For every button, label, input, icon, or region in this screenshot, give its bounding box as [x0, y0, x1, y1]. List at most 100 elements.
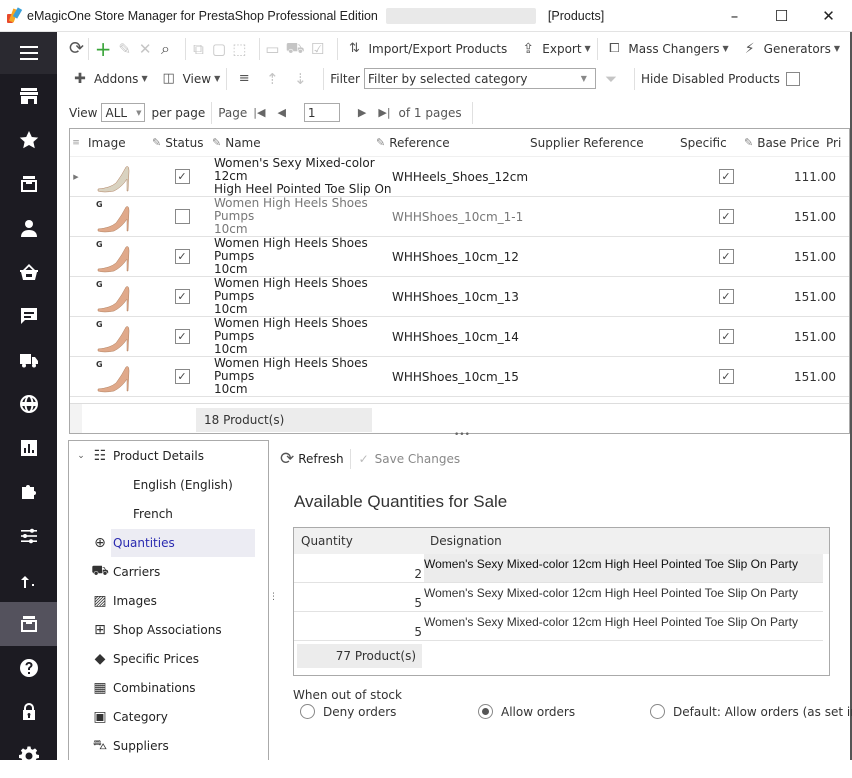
vertical-splitter-handle[interactable]: ⋮	[269, 592, 278, 602]
mass-changers-button[interactable]: ⧠ Mass Changers ▼	[603, 38, 729, 60]
status-checkbox[interactable]: ✓	[174, 329, 190, 344]
table-row[interactable]: G ✓ Women High Heels Shoes Pumps 10cm WHH…	[70, 357, 849, 397]
save-changes-button[interactable]: ✓ Save Changes	[351, 452, 461, 466]
column-header-image[interactable]: Image	[82, 136, 152, 150]
sidebar-item-localization[interactable]	[0, 382, 57, 426]
move-down-icon[interactable]: ⇣	[289, 68, 311, 90]
horizontal-splitter-handle[interactable]: •••	[454, 430, 470, 440]
tree-item-specific-prices[interactable]: ◆ Specific Prices	[69, 644, 268, 673]
sidebar-item-settings-sliders[interactable]	[0, 514, 57, 558]
radio-button[interactable]	[300, 704, 315, 719]
radio-allow-orders[interactable]: Allow orders	[478, 704, 575, 719]
generators-button[interactable]: ⚡ Generators ▼	[739, 38, 840, 60]
sidebar-item-addons[interactable]	[0, 470, 57, 514]
hide-disabled-checkbox[interactable]	[785, 71, 800, 86]
status-checkbox[interactable]: ✓	[174, 369, 190, 384]
tree-item-carriers[interactable]: ⛟ Carriers	[69, 557, 268, 586]
status-checkbox[interactable]: ✓	[174, 169, 190, 184]
column-header-designation[interactable]: Designation	[424, 534, 502, 548]
radio-default-allow[interactable]: Default: Allow orders (as set in	[650, 704, 852, 719]
move-up-icon[interactable]: ⇡	[261, 68, 283, 90]
column-header-reference[interactable]: ✎ Reference	[376, 136, 530, 150]
column-header-status[interactable]: ✎ Status	[152, 136, 212, 150]
column-header-supplier-reference[interactable]: Supplier Reference	[530, 136, 680, 150]
table-row[interactable]: G Women High Heels Shoes Pumps 10cm WHHSh…	[70, 197, 849, 237]
import-export-products-button[interactable]: ⇅ Import/Export Products	[343, 38, 507, 60]
next-page-icon[interactable]: ▶	[358, 106, 366, 119]
radio-button[interactable]	[650, 704, 665, 719]
tree-item-category[interactable]: ▣ Category	[69, 702, 268, 731]
sidebar-item-reports[interactable]	[0, 426, 57, 470]
chevron-down-icon[interactable]: ⌄	[71, 451, 91, 461]
status-checkbox[interactable]: ✓	[174, 249, 190, 264]
radio-deny-orders[interactable]: Deny orders	[300, 704, 396, 719]
refresh-button[interactable]: ⟳ Refresh	[280, 449, 351, 469]
edit-pencil-icon[interactable]: ✎	[118, 38, 132, 60]
minimize-button[interactable]: –	[711, 0, 758, 32]
sidebar-item-help[interactable]	[0, 646, 57, 690]
add-icon[interactable]: +	[95, 37, 112, 61]
sidebar-item-shipping[interactable]	[0, 338, 57, 382]
tree-item-shop-associations[interactable]: ⊞ Shop Associations	[69, 615, 268, 644]
quantity-row[interactable]: 2 Women's Sexy Mixed-color 12cm High Hee…	[294, 554, 823, 583]
specific-checkbox[interactable]: ✓	[718, 369, 734, 384]
clear-filter-icon[interactable]: ⏷	[600, 68, 622, 90]
specific-checkbox[interactable]: ✓	[718, 289, 734, 304]
column-header-base-price[interactable]: ✎ Base Price	[744, 136, 826, 150]
radio-button[interactable]	[478, 704, 493, 719]
column-header-price[interactable]: Pri	[826, 136, 846, 150]
page-input[interactable]: 1	[303, 103, 340, 122]
quantity-row[interactable]: 5 Women's Sexy Mixed-color 12cm High Hee…	[294, 612, 823, 641]
sidebar-item-messages[interactable]	[0, 294, 57, 338]
quantity-row[interactable]: 5 Women's Sexy Mixed-color 12cm High Hee…	[294, 583, 823, 612]
tree-item-quantities[interactable]: ⊕ Quantities	[69, 528, 268, 557]
export-button[interactable]: ⇪ Export ▼	[517, 38, 590, 60]
tree-item-product-details[interactable]: ⌄ ☷ Product Details	[69, 441, 268, 470]
tree-item-combinations[interactable]: ▦ Combinations	[69, 673, 268, 702]
check-list-icon[interactable]: ☑	[310, 38, 324, 60]
sidebar-item-catalog[interactable]	[0, 162, 57, 206]
status-checkbox[interactable]: ✓	[174, 289, 190, 304]
specific-checkbox[interactable]: ✓	[718, 209, 734, 224]
table-row[interactable]: G ✓ Women High Heels Shoes Pumps 10cm WHH…	[70, 317, 849, 357]
sort-az-icon[interactable]: ≡	[233, 68, 255, 90]
first-page-icon[interactable]: |◀	[253, 106, 265, 119]
paste-icon[interactable]: ▢	[212, 38, 226, 60]
shipping-disabled-icon[interactable]: ⛟	[286, 38, 305, 60]
close-button[interactable]: ✕	[805, 0, 852, 32]
tree-item-images[interactable]: ▨ Images	[69, 586, 268, 615]
tree-item-suppliers[interactable]: ⛍ Suppliers	[69, 731, 268, 760]
sidebar-item-settings[interactable]	[0, 734, 57, 778]
specific-checkbox[interactable]: ✓	[718, 329, 734, 344]
sidebar-item-favorites[interactable]	[0, 118, 57, 162]
sidebar-item-customers[interactable]	[0, 206, 57, 250]
last-page-icon[interactable]: ▶|	[378, 106, 390, 119]
tree-item-french[interactable]: French	[69, 499, 268, 528]
sidebar-item-store[interactable]	[0, 74, 57, 118]
category-filter-select[interactable]: Filter by selected category ▼	[363, 68, 596, 89]
addons-button[interactable]: ✚ Addons ▼	[69, 68, 147, 90]
sidebar-item-import[interactable]	[0, 558, 57, 602]
tree-item-english-english[interactable]: English (English)	[69, 470, 268, 499]
column-header-quantity[interactable]: Quantity	[294, 534, 424, 548]
specific-checkbox[interactable]: ✓	[718, 169, 734, 184]
view-button[interactable]: ◫ View ▼	[158, 68, 220, 90]
sidebar-menu-button[interactable]	[0, 32, 57, 74]
search-icon[interactable]: ⌕	[158, 38, 172, 60]
column-chooser-icon[interactable]: ≡	[70, 138, 82, 148]
sidebar-item-orders[interactable]	[0, 250, 57, 294]
column-header-specific[interactable]: Specific	[680, 136, 744, 150]
duplicate-icon[interactable]: ⬚	[232, 38, 246, 60]
per-page-select[interactable]: ALL ▼	[101, 103, 146, 122]
copy-icon[interactable]: ⧉	[191, 38, 205, 60]
table-row[interactable]: ▶ ✓ Women's Sexy Mixed-color 12cm High He…	[70, 157, 849, 197]
status-checkbox[interactable]	[174, 209, 190, 224]
delete-icon[interactable]: ✕	[138, 38, 152, 60]
sidebar-item-security[interactable]	[0, 690, 57, 734]
specific-checkbox[interactable]: ✓	[718, 249, 734, 264]
sidebar-item-products[interactable]	[0, 602, 57, 646]
table-row[interactable]: G ✓ Women High Heels Shoes Pumps 10cm WHH…	[70, 277, 849, 317]
column-header-name[interactable]: ✎ Name	[212, 136, 376, 150]
table-row[interactable]: G ✓ Women High Heels Shoes Pumps 10cm WHH…	[70, 237, 849, 277]
refresh-icon[interactable]: ⟳	[69, 38, 84, 60]
